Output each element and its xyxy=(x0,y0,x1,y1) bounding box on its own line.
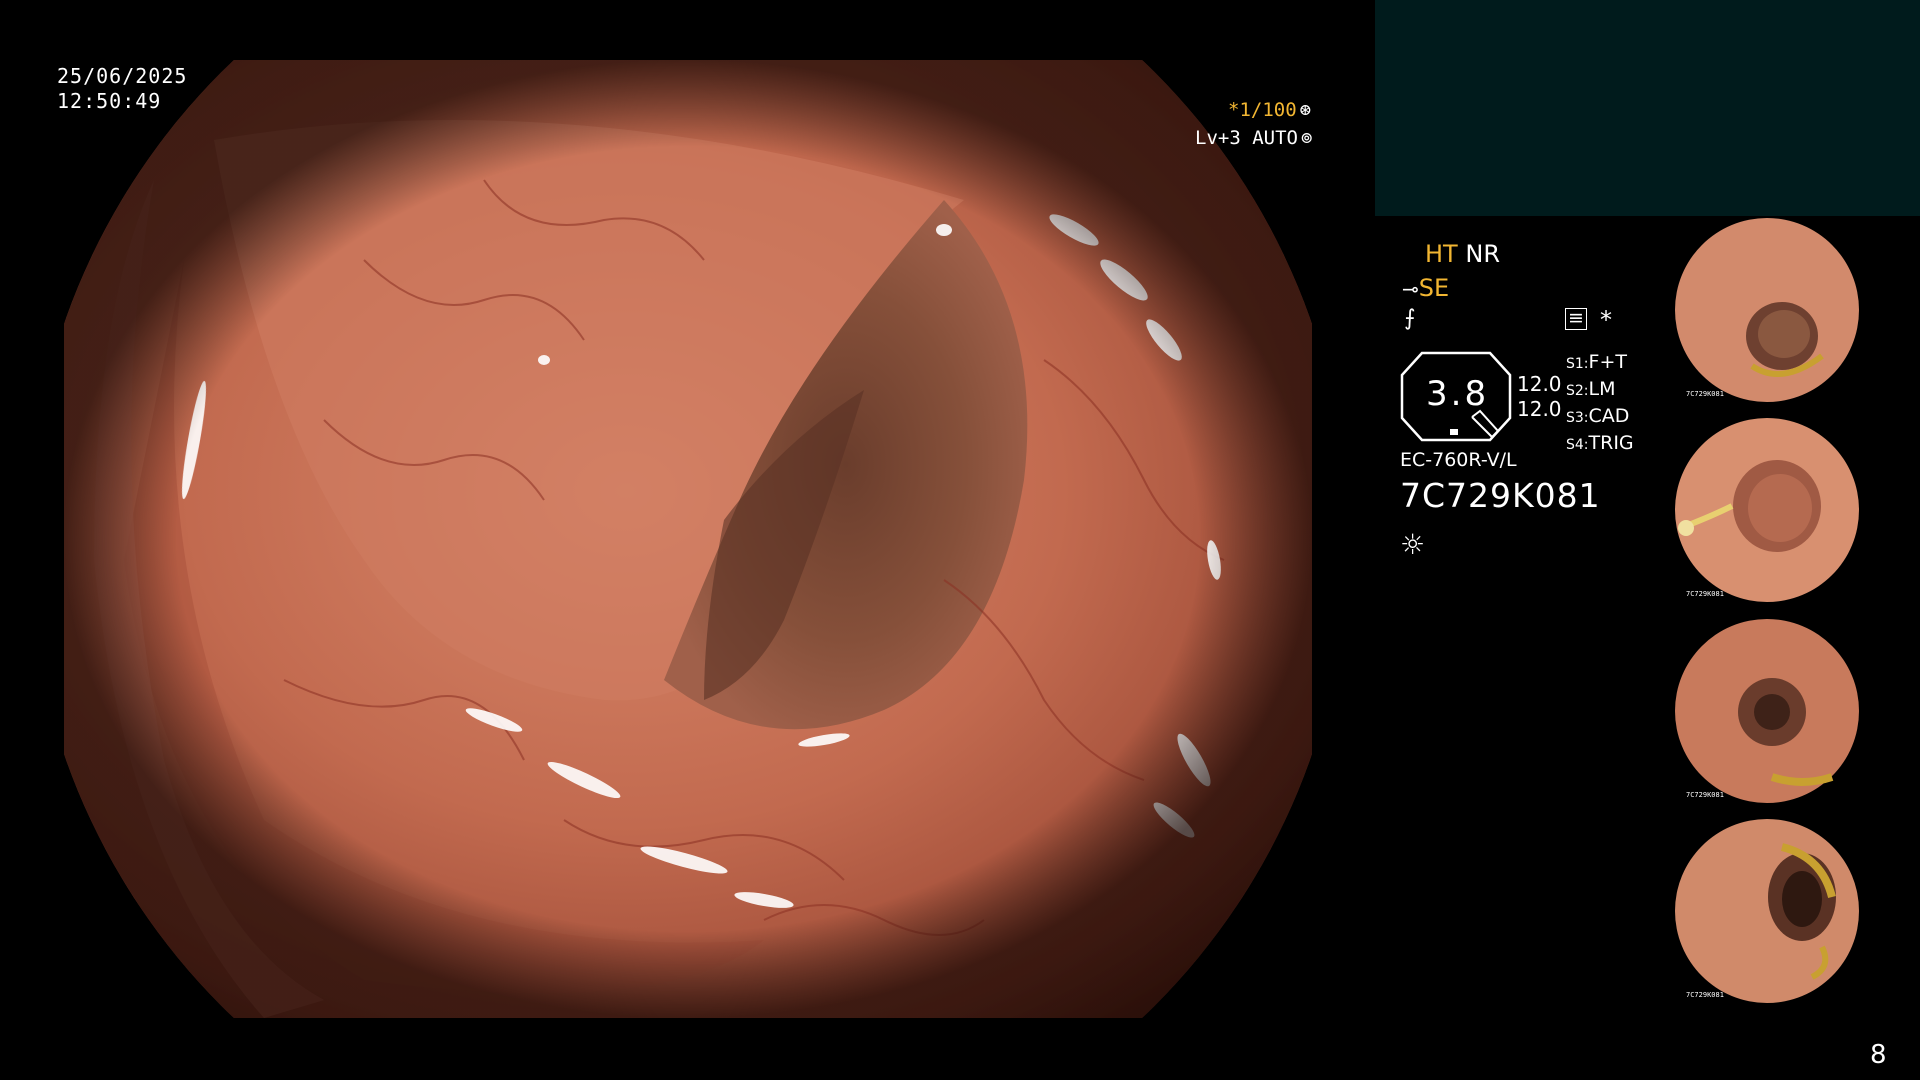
time-text: 12:50:49 xyxy=(57,89,162,113)
settings-list: S1:F+T S2:LM S3:CAD S4:TRIG xyxy=(1566,350,1634,458)
endoscope-view xyxy=(64,60,1312,1018)
se-label: SE xyxy=(1418,274,1450,302)
thumbnail-label: 7C729K081 xyxy=(1686,991,1724,999)
info-panel: HT NR ⊸SE ⨍ ≡ * 3.8 12.0 12.0 S1:F+T S2:… xyxy=(1400,240,1670,570)
date-text: 25/06/2025 xyxy=(57,64,188,88)
thumbnail-label: 7C729K081 xyxy=(1686,590,1724,598)
teal-panel xyxy=(1375,0,1920,216)
setting-s4: S4:TRIG xyxy=(1566,432,1634,454)
nr-label: NR xyxy=(1465,240,1500,268)
brightness-level: Lv+3 AUTO ⊚ xyxy=(1195,127,1312,149)
scope-model: EC-760R-V/L xyxy=(1400,449,1517,471)
value-a: 12.0 xyxy=(1517,372,1562,396)
setting-s1: S1:F+T xyxy=(1566,351,1627,373)
page-number: 8 xyxy=(1870,1040,1887,1070)
ht-label: HT xyxy=(1425,240,1458,268)
value-b: 12.0 xyxy=(1517,397,1562,421)
brightness-level-text: Lv+3 AUTO xyxy=(1195,127,1298,149)
ht-nr-indicator: HT NR xyxy=(1425,240,1500,268)
light-icon: ☼ xyxy=(1400,528,1426,561)
se-indicator: ⊸SE xyxy=(1402,274,1449,302)
thumbnail-capture-2[interactable]: 7C729K081 xyxy=(1672,416,1860,604)
thumbnail-label: 7C729K081 xyxy=(1686,390,1724,398)
thumbnail-capture-3[interactable]: 7C729K081 xyxy=(1672,617,1860,805)
aperture-icon: ⊛ xyxy=(1299,99,1312,121)
setting-s3: S3:CAD xyxy=(1566,405,1630,427)
structure-enhance-icon: ⊸ xyxy=(1402,277,1419,301)
datetime-display: 25/06/2025 12:50:49 xyxy=(57,64,187,114)
freeze-icon: ⨍ xyxy=(1404,306,1416,331)
thumbnail-capture-4[interactable]: 7C729K081 xyxy=(1672,817,1860,1005)
scope-serial: 7C729K081 xyxy=(1400,476,1601,515)
thumbnail-label: 7C729K081 xyxy=(1686,791,1724,799)
setting-s2: S2:LM xyxy=(1566,378,1616,400)
thumbnail-capture-1[interactable]: 7C729K081 xyxy=(1672,216,1860,404)
shutter-speed: *1/100 ⊛ xyxy=(1228,99,1311,121)
star-indicator: * xyxy=(1600,306,1612,334)
magnification-value: 3.8 xyxy=(1426,374,1490,414)
endoscope-image xyxy=(64,60,1312,1018)
brightness-ring-icon: ⊚ xyxy=(1300,127,1313,149)
record-icon: ≡ xyxy=(1565,308,1587,330)
shutter-speed-text: *1/100 xyxy=(1228,99,1297,121)
